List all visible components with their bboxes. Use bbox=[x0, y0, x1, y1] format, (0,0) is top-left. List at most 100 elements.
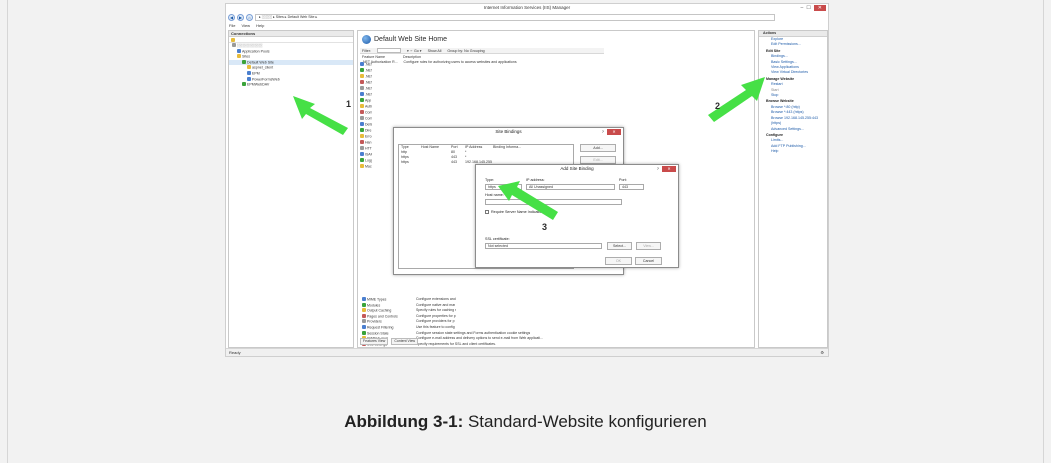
action-lnk-item[interactable]: Stop bbox=[763, 93, 827, 98]
action-lnk-item[interactable]: View Virtual Directories bbox=[763, 70, 827, 75]
server-icon bbox=[232, 43, 236, 47]
feature-name: Pages and Controls bbox=[367, 314, 398, 319]
close-button[interactable]: ✕ bbox=[813, 5, 826, 11]
feature-icon bbox=[362, 302, 366, 307]
network-icon: ⚙ bbox=[820, 350, 824, 355]
menu-view[interactable]: View bbox=[241, 23, 250, 29]
folder-icon bbox=[247, 65, 251, 70]
go-button[interactable]: ▾ ☞ Go ▾ bbox=[407, 48, 422, 53]
help-icon[interactable]: ? bbox=[657, 165, 659, 173]
connect-icon[interactable] bbox=[231, 37, 235, 42]
back-icon[interactable]: ◀ bbox=[228, 14, 235, 21]
port-label: Port: bbox=[619, 178, 627, 182]
actions-list: Explore Edit Permissions... Edit Site Bindi… bbox=[759, 37, 827, 155]
menu-bar: File View Help bbox=[229, 23, 264, 29]
ssl-certificate-select[interactable]: Not selected bbox=[485, 243, 602, 249]
tree-item-label: Default Web Site bbox=[247, 60, 274, 65]
feature-icon bbox=[360, 146, 364, 150]
top-feature-row[interactable]: .NET Authorization R... Configure rules … bbox=[362, 60, 517, 64]
caption-label: Abbildung 3-1: bbox=[344, 412, 464, 431]
tree-item-label: Sites bbox=[242, 54, 250, 59]
menu-file[interactable]: File bbox=[229, 23, 235, 29]
feature-icon bbox=[360, 158, 364, 162]
feature-icon bbox=[360, 86, 364, 90]
ok-button[interactable]: OK bbox=[605, 257, 632, 265]
tree-item-label: PowerFormsWeb bbox=[252, 77, 280, 82]
group-by-dropdown[interactable]: Group by: No Grouping bbox=[447, 48, 484, 53]
feature-icon bbox=[360, 68, 364, 72]
maximize-button[interactable]: ☐ bbox=[806, 5, 810, 11]
site-bindings-title: Site Bindings bbox=[495, 129, 522, 134]
app-icon bbox=[247, 71, 251, 76]
feature-item-label: Han bbox=[365, 140, 372, 145]
feature-icon bbox=[362, 297, 366, 301]
ssl-label: SSL certificate: bbox=[485, 237, 510, 241]
help-icon[interactable]: ? bbox=[602, 128, 604, 136]
edit-binding-button[interactable]: Edit... bbox=[580, 156, 616, 164]
site-bindings-close-button[interactable]: ✕ bbox=[607, 129, 621, 135]
add-binding-title: Add Site Binding bbox=[560, 166, 594, 171]
globe-icon bbox=[242, 59, 246, 64]
page-header: Default Web Site Home bbox=[362, 35, 447, 44]
app-pool-icon bbox=[237, 48, 241, 53]
cancel-button[interactable]: Cancel bbox=[635, 257, 662, 265]
folder-icon bbox=[237, 54, 241, 59]
feature-icon bbox=[360, 140, 364, 144]
type-label: Type: bbox=[485, 178, 495, 182]
feature-item-label: Logg bbox=[365, 158, 372, 163]
binding-cell: 443 bbox=[451, 160, 457, 164]
feature-icon bbox=[360, 134, 364, 138]
feature-item-label: .NET bbox=[365, 68, 372, 73]
breadcrumb[interactable]: ▸ ░░░░ ▸ Sites ▸ Default Web Site ▸ bbox=[255, 14, 775, 21]
action-lnk-item[interactable]: Advanced Settings... bbox=[763, 127, 827, 132]
feature-icon bbox=[360, 110, 364, 114]
connections-panel: Connections ░░░░░░░░░░ Application Pools S… bbox=[228, 30, 354, 348]
feature-icon bbox=[360, 62, 364, 66]
add-binding-close-button[interactable]: ✕ bbox=[662, 166, 676, 172]
status-text: Ready bbox=[229, 350, 241, 355]
feature-name: Request Filtering bbox=[367, 325, 394, 330]
window-controls: ‒ ☐ ✕ bbox=[801, 5, 826, 11]
feature-name: MIME Types bbox=[367, 297, 387, 302]
show-all-button[interactable]: Show All bbox=[428, 48, 442, 53]
menu-help[interactable]: Help bbox=[256, 23, 264, 29]
port-input[interactable]: 443 bbox=[619, 184, 644, 190]
tab-features-view[interactable]: Features View bbox=[360, 338, 389, 345]
feature-item-label: Com bbox=[365, 110, 372, 115]
sni-checkbox[interactable] bbox=[485, 210, 489, 214]
action-lnk-item[interactable]: Help bbox=[763, 149, 827, 154]
feature-desc: Configure rules for authorizing users to… bbox=[403, 60, 517, 64]
feature-item[interactable]: Mac bbox=[360, 164, 372, 170]
feature-icon bbox=[360, 122, 364, 126]
feature-icon bbox=[360, 152, 364, 156]
view-certificate-button[interactable]: View... bbox=[636, 242, 661, 250]
forward-icon[interactable]: ▶ bbox=[237, 14, 244, 21]
tree-item[interactable]: EPMWebDAV bbox=[229, 82, 353, 88]
feature-icon bbox=[360, 92, 364, 96]
filter-input[interactable] bbox=[376, 48, 401, 53]
feature-list-partial: .NET.NET.NET.NET.NET.NETAppAuthComComDef… bbox=[360, 62, 372, 170]
action-lnk-item[interactable]: Edit Permissions... bbox=[763, 42, 827, 47]
add-binding-button[interactable]: Add... bbox=[580, 144, 616, 152]
feature-item-label: Auth bbox=[365, 104, 372, 109]
tree-item-label: ░░░░░░░░░░ bbox=[237, 43, 263, 48]
status-bar: Ready ⚙ bbox=[226, 348, 828, 356]
callout-2: 2 bbox=[715, 101, 721, 111]
feature-item-label: .NET bbox=[365, 80, 372, 85]
feature-name: Providers bbox=[367, 319, 382, 324]
arrow-3-icon bbox=[498, 181, 558, 220]
feature-item-label: App bbox=[365, 98, 372, 103]
home-icon[interactable]: ⌂ bbox=[246, 14, 253, 21]
minimize-button[interactable]: ‒ bbox=[801, 5, 804, 11]
feature-item-label: .NET bbox=[365, 62, 372, 67]
select-certificate-button[interactable]: Select... bbox=[607, 242, 632, 250]
filter-label: Filter: bbox=[362, 49, 371, 53]
feature-icon bbox=[362, 325, 366, 330]
caption-text: Standard-Website konfigurieren bbox=[463, 412, 707, 431]
callout-1: 1 bbox=[346, 99, 352, 109]
globe-icon bbox=[362, 35, 371, 44]
feature-name: Output Caching bbox=[367, 308, 392, 313]
feature-name: Modules bbox=[367, 303, 381, 308]
tab-content-view[interactable]: Content View bbox=[391, 338, 419, 345]
globe-icon bbox=[242, 82, 246, 87]
